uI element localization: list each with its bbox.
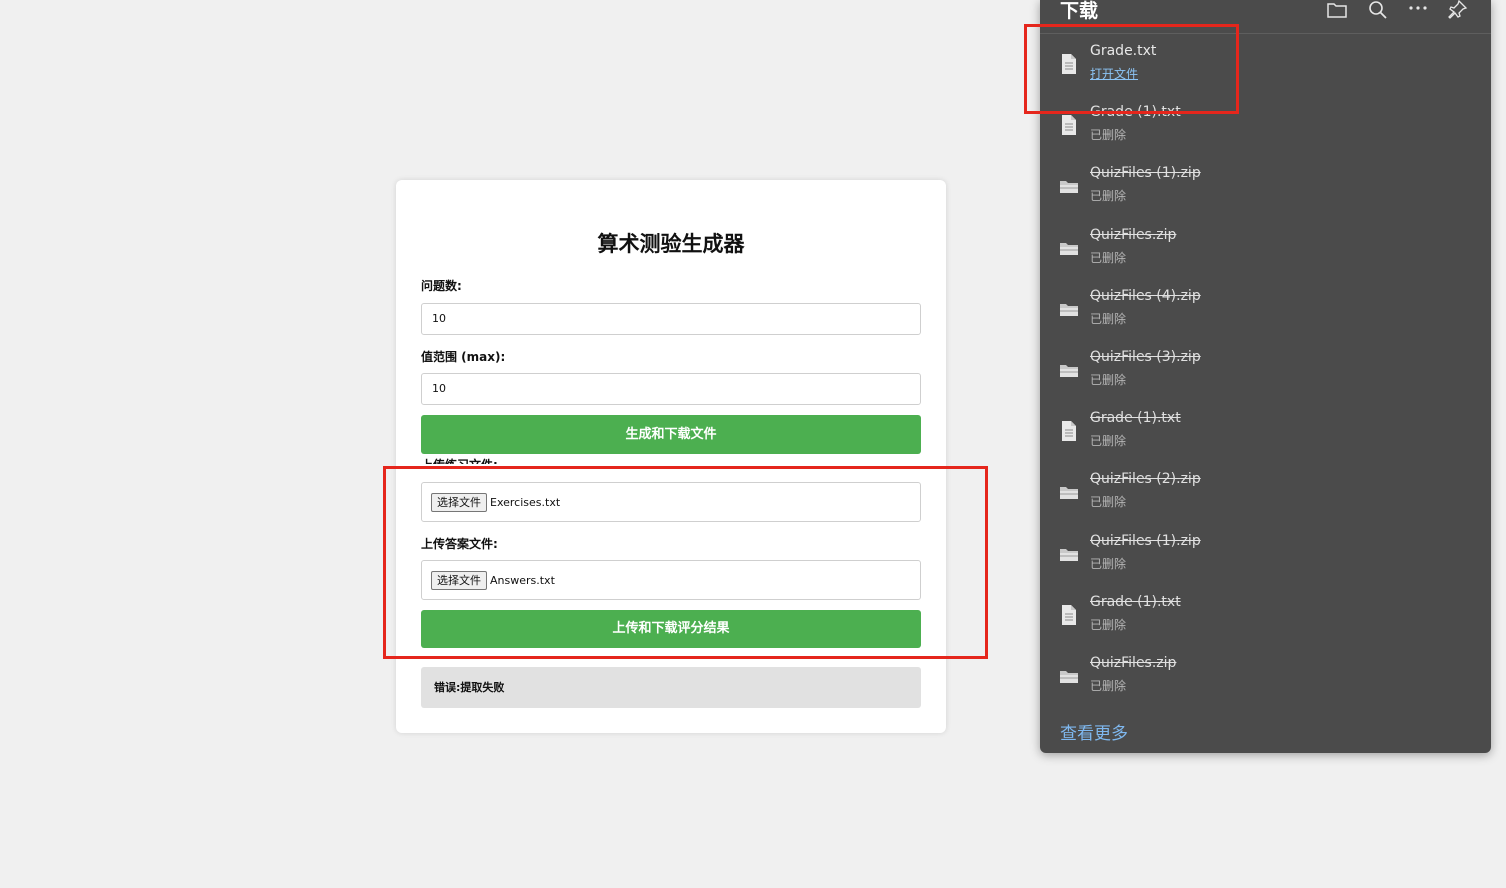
zip-file-icon (1060, 299, 1078, 319)
download-item[interactable]: QuizFiles.zip 已删除 (1040, 646, 1491, 707)
upload-grade-button[interactable]: 上传和下载评分结果 (421, 610, 921, 648)
question-count-input[interactable]: 10 (421, 303, 921, 335)
exercises-file-name: Exercises.txt (490, 495, 561, 509)
text-file-icon (1060, 115, 1078, 136)
download-file-name: QuizFiles (1).zip (1090, 532, 1201, 549)
download-item[interactable]: QuizFiles (2).zip 已删除 (1040, 462, 1491, 523)
see-more-link[interactable]: 查看更多 (1060, 719, 1128, 744)
exercises-file-input[interactable]: 选择文件 Exercises.txt (421, 482, 921, 522)
download-file-name: QuizFiles (1).zip (1090, 165, 1201, 182)
download-file-name: Grade (1).txt (1090, 104, 1181, 121)
upload-exercises-label: 上传练习文件: (421, 456, 498, 464)
download-status: 已删除 (1090, 495, 1127, 510)
download-status: 已删除 (1090, 250, 1127, 265)
text-file-icon (1060, 604, 1078, 625)
folder-icon[interactable] (1326, 0, 1348, 22)
download-item[interactable]: QuizFiles (3).zip 已删除 (1040, 340, 1491, 401)
error-message: 错误:提取失败 (421, 667, 921, 708)
download-item[interactable]: Grade (1).txt 已删除 (1040, 585, 1491, 646)
page-title: 算术测验生成器 (597, 232, 745, 256)
downloads-panel: 下载 Grade.txt 打开文件 Grade (1).txt 已删除 QuizFile… (1040, 0, 1491, 753)
download-file-name: Grade.txt (1090, 43, 1157, 59)
question-count-label: 问题数: (421, 279, 462, 293)
pin-icon[interactable] (1447, 0, 1469, 22)
zip-file-icon (1060, 544, 1078, 564)
download-item[interactable]: Grade.txt 打开文件 (1040, 34, 1491, 95)
download-item[interactable]: Grade (1).txt 已删除 (1040, 95, 1491, 156)
zip-file-icon (1060, 360, 1078, 380)
download-status: 已删除 (1090, 617, 1127, 632)
choose-answers-file-button[interactable]: 选择文件 (431, 570, 487, 590)
open-file-link[interactable]: 打开文件 (1090, 65, 1138, 82)
downloads-header: 下载 (1040, 0, 1491, 34)
generate-download-button[interactable]: 生成和下载文件 (421, 415, 921, 454)
download-file-name: QuizFiles (4).zip (1090, 287, 1201, 304)
download-file-name: Grade (1).txt (1090, 410, 1181, 427)
range-input[interactable]: 10 (421, 373, 921, 405)
download-file-name: QuizFiles (3).zip (1090, 349, 1201, 365)
download-file-name: QuizFiles (2).zip (1090, 471, 1201, 488)
download-item[interactable]: QuizFiles (1).zip 已删除 (1040, 156, 1491, 217)
download-status: 已删除 (1090, 434, 1127, 449)
download-item[interactable]: Grade (1).txt 已删除 (1040, 401, 1491, 462)
range-label: 值范围 (max): (421, 350, 506, 364)
download-status: 已删除 (1090, 679, 1127, 693)
more-icon[interactable] (1407, 0, 1429, 22)
download-file-name: QuizFiles.zip (1090, 655, 1177, 671)
zip-file-icon (1060, 238, 1078, 258)
zip-file-icon (1060, 666, 1078, 686)
download-file-name: Grade (1).txt (1090, 593, 1181, 610)
download-item[interactable]: QuizFiles (1).zip 已删除 (1040, 524, 1491, 585)
download-item[interactable]: QuizFiles.zip 已删除 (1040, 218, 1491, 279)
download-file-name: QuizFiles.zip (1090, 226, 1177, 243)
download-status: 已删除 (1090, 311, 1127, 326)
download-status: 已删除 (1090, 373, 1127, 387)
downloads-title: 下载 (1060, 0, 1099, 22)
search-icon[interactable] (1367, 0, 1389, 22)
upload-answers-label: 上传答案文件: (421, 537, 498, 551)
quiz-generator-card: 算术测验生成器 问题数: 10 值范围 (max): 10 生成和下载文件 上传… (396, 180, 946, 733)
zip-file-icon (1060, 176, 1078, 196)
download-item[interactable]: QuizFiles (4).zip 已删除 (1040, 279, 1491, 340)
zip-file-icon (1060, 482, 1078, 502)
answers-file-input[interactable]: 选择文件 Answers.txt (421, 560, 921, 600)
answers-file-name: Answers.txt (490, 573, 555, 587)
text-file-icon (1060, 54, 1078, 74)
download-status: 已删除 (1090, 128, 1127, 143)
download-status: 已删除 (1090, 556, 1127, 571)
choose-exercises-file-button[interactable]: 选择文件 (431, 492, 487, 512)
download-status: 已删除 (1090, 189, 1127, 204)
text-file-icon (1060, 421, 1078, 442)
